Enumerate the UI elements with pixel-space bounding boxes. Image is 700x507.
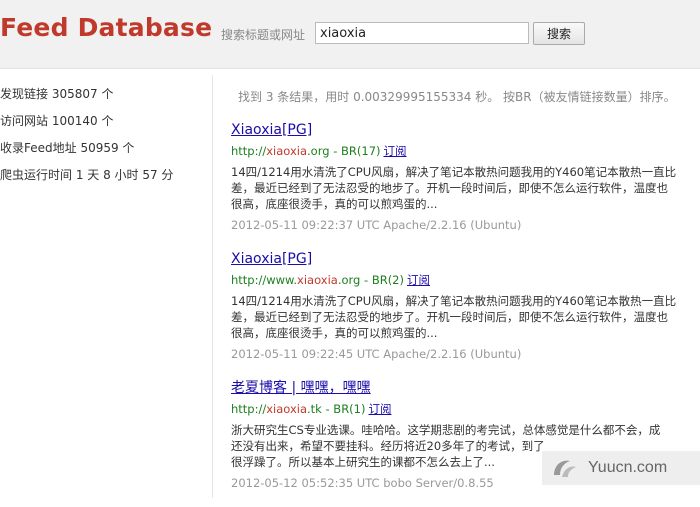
header-bar: Feed Database 搜索标题或网址 搜索 — [0, 0, 700, 69]
stat-crawler-uptime: 爬虫运行时间 1 天 8 小时 57 分 — [0, 168, 174, 182]
result-title-link[interactable]: 老夏博客 | 嘿嘿，嘿嘿 — [231, 378, 700, 400]
result-url: http://xiaoxia.org — [231, 144, 330, 158]
result-description: 14四/1214用水清洗了CPU风扇，解决了笔记本散热问题我用的Y460笔记本散… — [231, 294, 677, 340]
result-url: http://xiaoxia.tk — [231, 402, 322, 416]
result-summary: 找到 3 条结果，用时 0.00329995155334 秒。 按BR（被友情链… — [238, 90, 676, 104]
result-meta: http://xiaoxia.tk - BR(1) 订阅 — [231, 400, 700, 420]
result-item: 老夏博客 | 嘿嘿，嘿嘿 http://xiaoxia.tk - BR(1) 订阅… — [231, 378, 700, 507]
result-rank: - BR(2) — [360, 273, 404, 287]
watermark-text: Yuucn.com — [588, 459, 668, 476]
result-footer: 2012-05-11 09:22:45 UTC Apache/2.2.16 (U… — [231, 347, 522, 361]
search-button[interactable]: 搜索 — [533, 22, 585, 45]
watermark: Yuucn.com — [542, 451, 700, 485]
result-url: http://www.xiaoxia.org — [231, 273, 361, 287]
stat-links-found: 发现链接 305807 个 — [0, 87, 114, 101]
watermark-logo-icon — [554, 460, 576, 477]
result-rank: - BR(1) — [321, 402, 366, 416]
result-description: 14四/1214用水清洗了CPU风扇，解决了笔记本散热问题我用的Y460笔记本散… — [231, 165, 677, 211]
stat-sites-visited: 访问网站 100140 个 — [0, 114, 114, 128]
search-label: 搜索标题或网址 — [221, 28, 306, 42]
result-item: Xiaoxia[PG] http://xiaoxia.org - BR(17) 订… — [231, 120, 700, 249]
stats-panel: 发现链接 305807 个 访问网站 100140 个 收录Feed地址 509… — [0, 84, 205, 192]
subscribe-link[interactable]: 订阅 — [407, 273, 430, 287]
result-rank: - BR(17) — [329, 144, 381, 158]
column-divider — [212, 75, 213, 498]
result-item: Xiaoxia[PG] http://www.xiaoxia.org - BR(… — [231, 249, 700, 378]
result-meta: http://xiaoxia.org - BR(17) 订阅 — [231, 142, 700, 162]
stat-feeds-indexed: 收录Feed地址 50959 个 — [0, 141, 135, 155]
site-title: Feed Database — [0, 13, 213, 42]
result-title-link[interactable]: Xiaoxia[PG] — [231, 249, 700, 271]
result-title-link[interactable]: Xiaoxia[PG] — [231, 120, 700, 142]
search-input[interactable] — [315, 22, 529, 44]
result-footer: 2012-05-11 09:22:37 UTC Apache/2.2.16 (U… — [231, 218, 522, 232]
results-list: Xiaoxia[PG] http://xiaoxia.org - BR(17) 订… — [231, 120, 700, 507]
subscribe-link[interactable]: 订阅 — [384, 144, 407, 158]
subscribe-link[interactable]: 订阅 — [368, 402, 391, 416]
result-meta: http://www.xiaoxia.org - BR(2) 订阅 — [231, 271, 700, 291]
